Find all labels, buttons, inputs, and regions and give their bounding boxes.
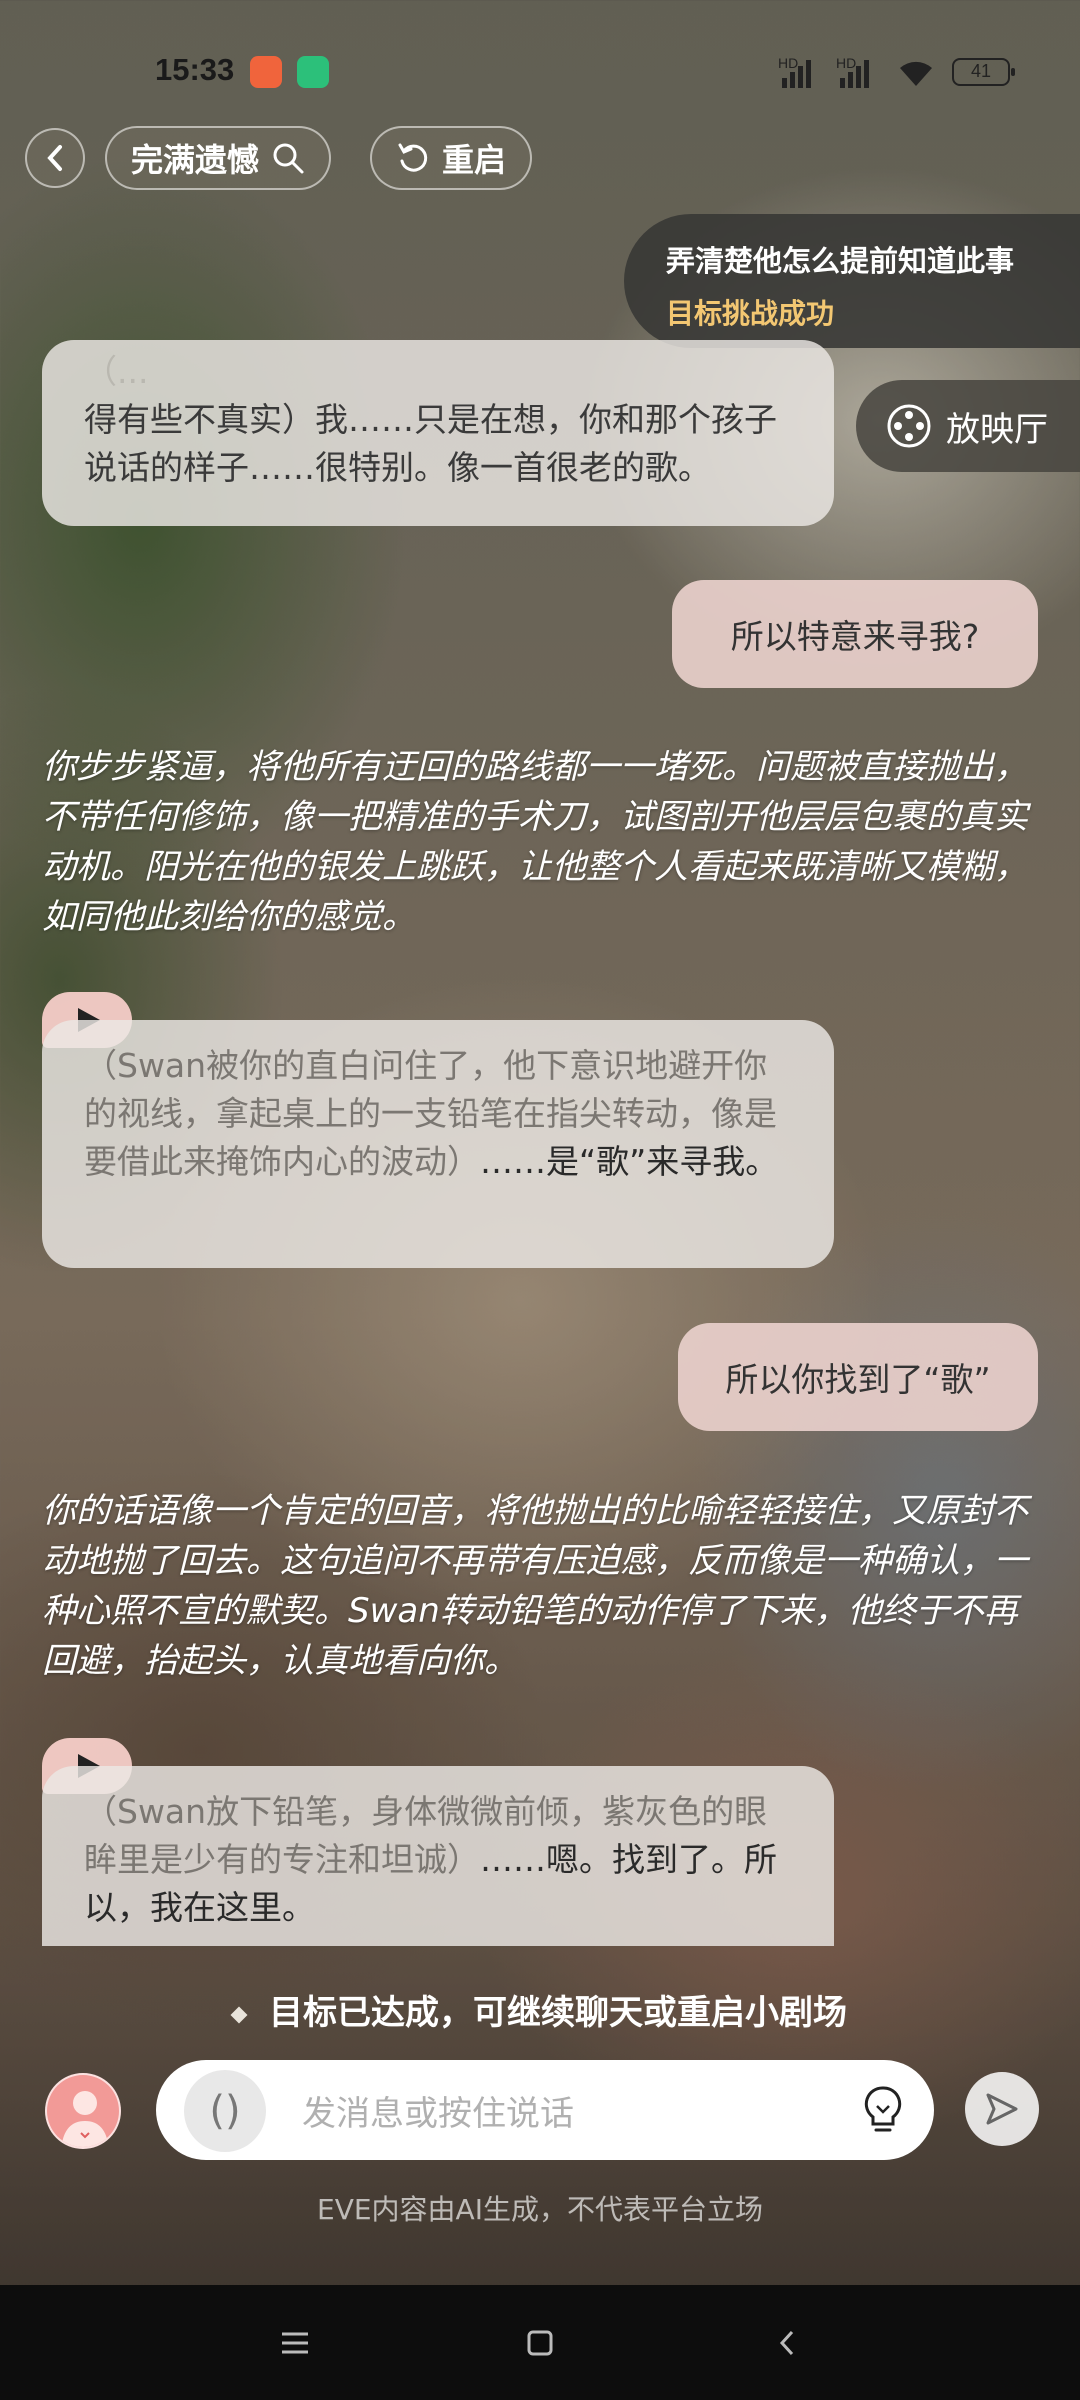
security-app-icon — [297, 56, 329, 88]
cinema-button[interactable]: 放映厅 — [856, 380, 1080, 472]
system-nav-bar — [0, 2285, 1080, 2400]
user-message-bubble[interactable]: 所以你找到了“歌” — [678, 1323, 1038, 1431]
restart-button[interactable]: 重启 — [370, 126, 533, 190]
menu-icon — [282, 2332, 308, 2354]
ai-message-faded-line: （... — [84, 352, 149, 391]
signal-icon-1 — [782, 56, 811, 88]
status-time: 15:33 — [155, 52, 235, 87]
user-message-bubble[interactable]: 所以特意来寻我? — [672, 580, 1038, 688]
goal-achieved-banner: 目标已达成，可继续聊天或重启小剧场 — [0, 1985, 1080, 2034]
status-bar: 15:33 HD HD 41 — [0, 0, 1080, 140]
shopping-app-icon — [250, 56, 282, 88]
message-input[interactable]: 发消息或按住说话 — [302, 2086, 574, 2135]
back-button[interactable] — [25, 128, 85, 188]
send-button[interactable] — [965, 2072, 1039, 2146]
restart-icon — [398, 143, 428, 172]
goal-text: 弄清楚他怎么提前知道此事 — [666, 244, 1015, 278]
cinema-icon — [887, 404, 931, 448]
restart-label: 重启 — [442, 141, 507, 179]
goal-achieved-text: 目标已达成，可继续聊天或重启小剧场 — [269, 1993, 847, 2033]
bulb-icon[interactable] — [860, 2084, 906, 2136]
user-message-text: 所以特意来寻我? — [730, 617, 980, 656]
ai-message-bubble[interactable]: （Swan被你的直白问住了，他下意识地避开你的视线，拿起桌上的一支铅笔在指尖转动… — [42, 1020, 834, 1268]
ai-message-bubble[interactable]: （... 得有些不真实）我……只是在想，你和那个孩子说话的样子……很特别。像一首… — [42, 340, 834, 526]
search-icon — [273, 143, 304, 174]
scenario-title: 完满遗憾 — [131, 141, 260, 179]
user-message-text: 所以你找到了“歌” — [725, 1360, 991, 1399]
ai-message-bubble[interactable]: （Swan放下铅笔，身体微微前倾，紫灰色的眼眸里是少有的专注和坦诚）……嗯。找到… — [42, 1766, 834, 1946]
wifi-icon — [900, 61, 932, 86]
voice-button[interactable]: () — [184, 2070, 266, 2152]
ai-disclaimer: EVE内容由AI生成，不代表平台立场 — [317, 2193, 763, 2226]
ai-message-speech: ……是“歌”来寻我。 — [480, 1142, 779, 1181]
battery-icon: 41 — [952, 58, 1015, 86]
scenario-search-pill[interactable]: 完满遗憾 — [105, 126, 332, 190]
back-icon — [47, 145, 62, 171]
nav-back-button[interactable] — [762, 2321, 812, 2365]
nav-back-icon — [779, 2330, 794, 2356]
cinema-label: 放映厅 — [946, 409, 1048, 450]
ai-message-text: 得有些不真实）我……只是在想，你和那个孩子说话的样子……很特别。像一首很老的歌。 — [84, 400, 777, 487]
message-composer[interactable]: () 发消息或按住说话 — [156, 2060, 934, 2160]
narration-text: 你步步紧逼，将他所有迂回的路线都一一堵死。问题被直接抛出，不带任何修饰，像一把精… — [42, 747, 1028, 937]
avatar[interactable] — [45, 2073, 121, 2149]
signal-icon-2 — [840, 56, 869, 88]
home-icon — [527, 2330, 553, 2356]
send-icon — [986, 2093, 1018, 2125]
home-button[interactable] — [515, 2321, 565, 2365]
goal-card[interactable]: 弄清楚他怎么提前知道此事 目标挑战成功 — [624, 214, 1080, 348]
voice-icon: () — [209, 2088, 241, 2134]
diamond-icon — [230, 2006, 248, 2023]
goal-status-text: 目标挑战成功 — [666, 297, 835, 330]
menu-button[interactable] — [270, 2321, 320, 2365]
narration-text: 你的话语像一个肯定的回音，将他抛出的比喻轻轻接住，又原封不动地抛了回去。这句追问… — [42, 1491, 1028, 1681]
